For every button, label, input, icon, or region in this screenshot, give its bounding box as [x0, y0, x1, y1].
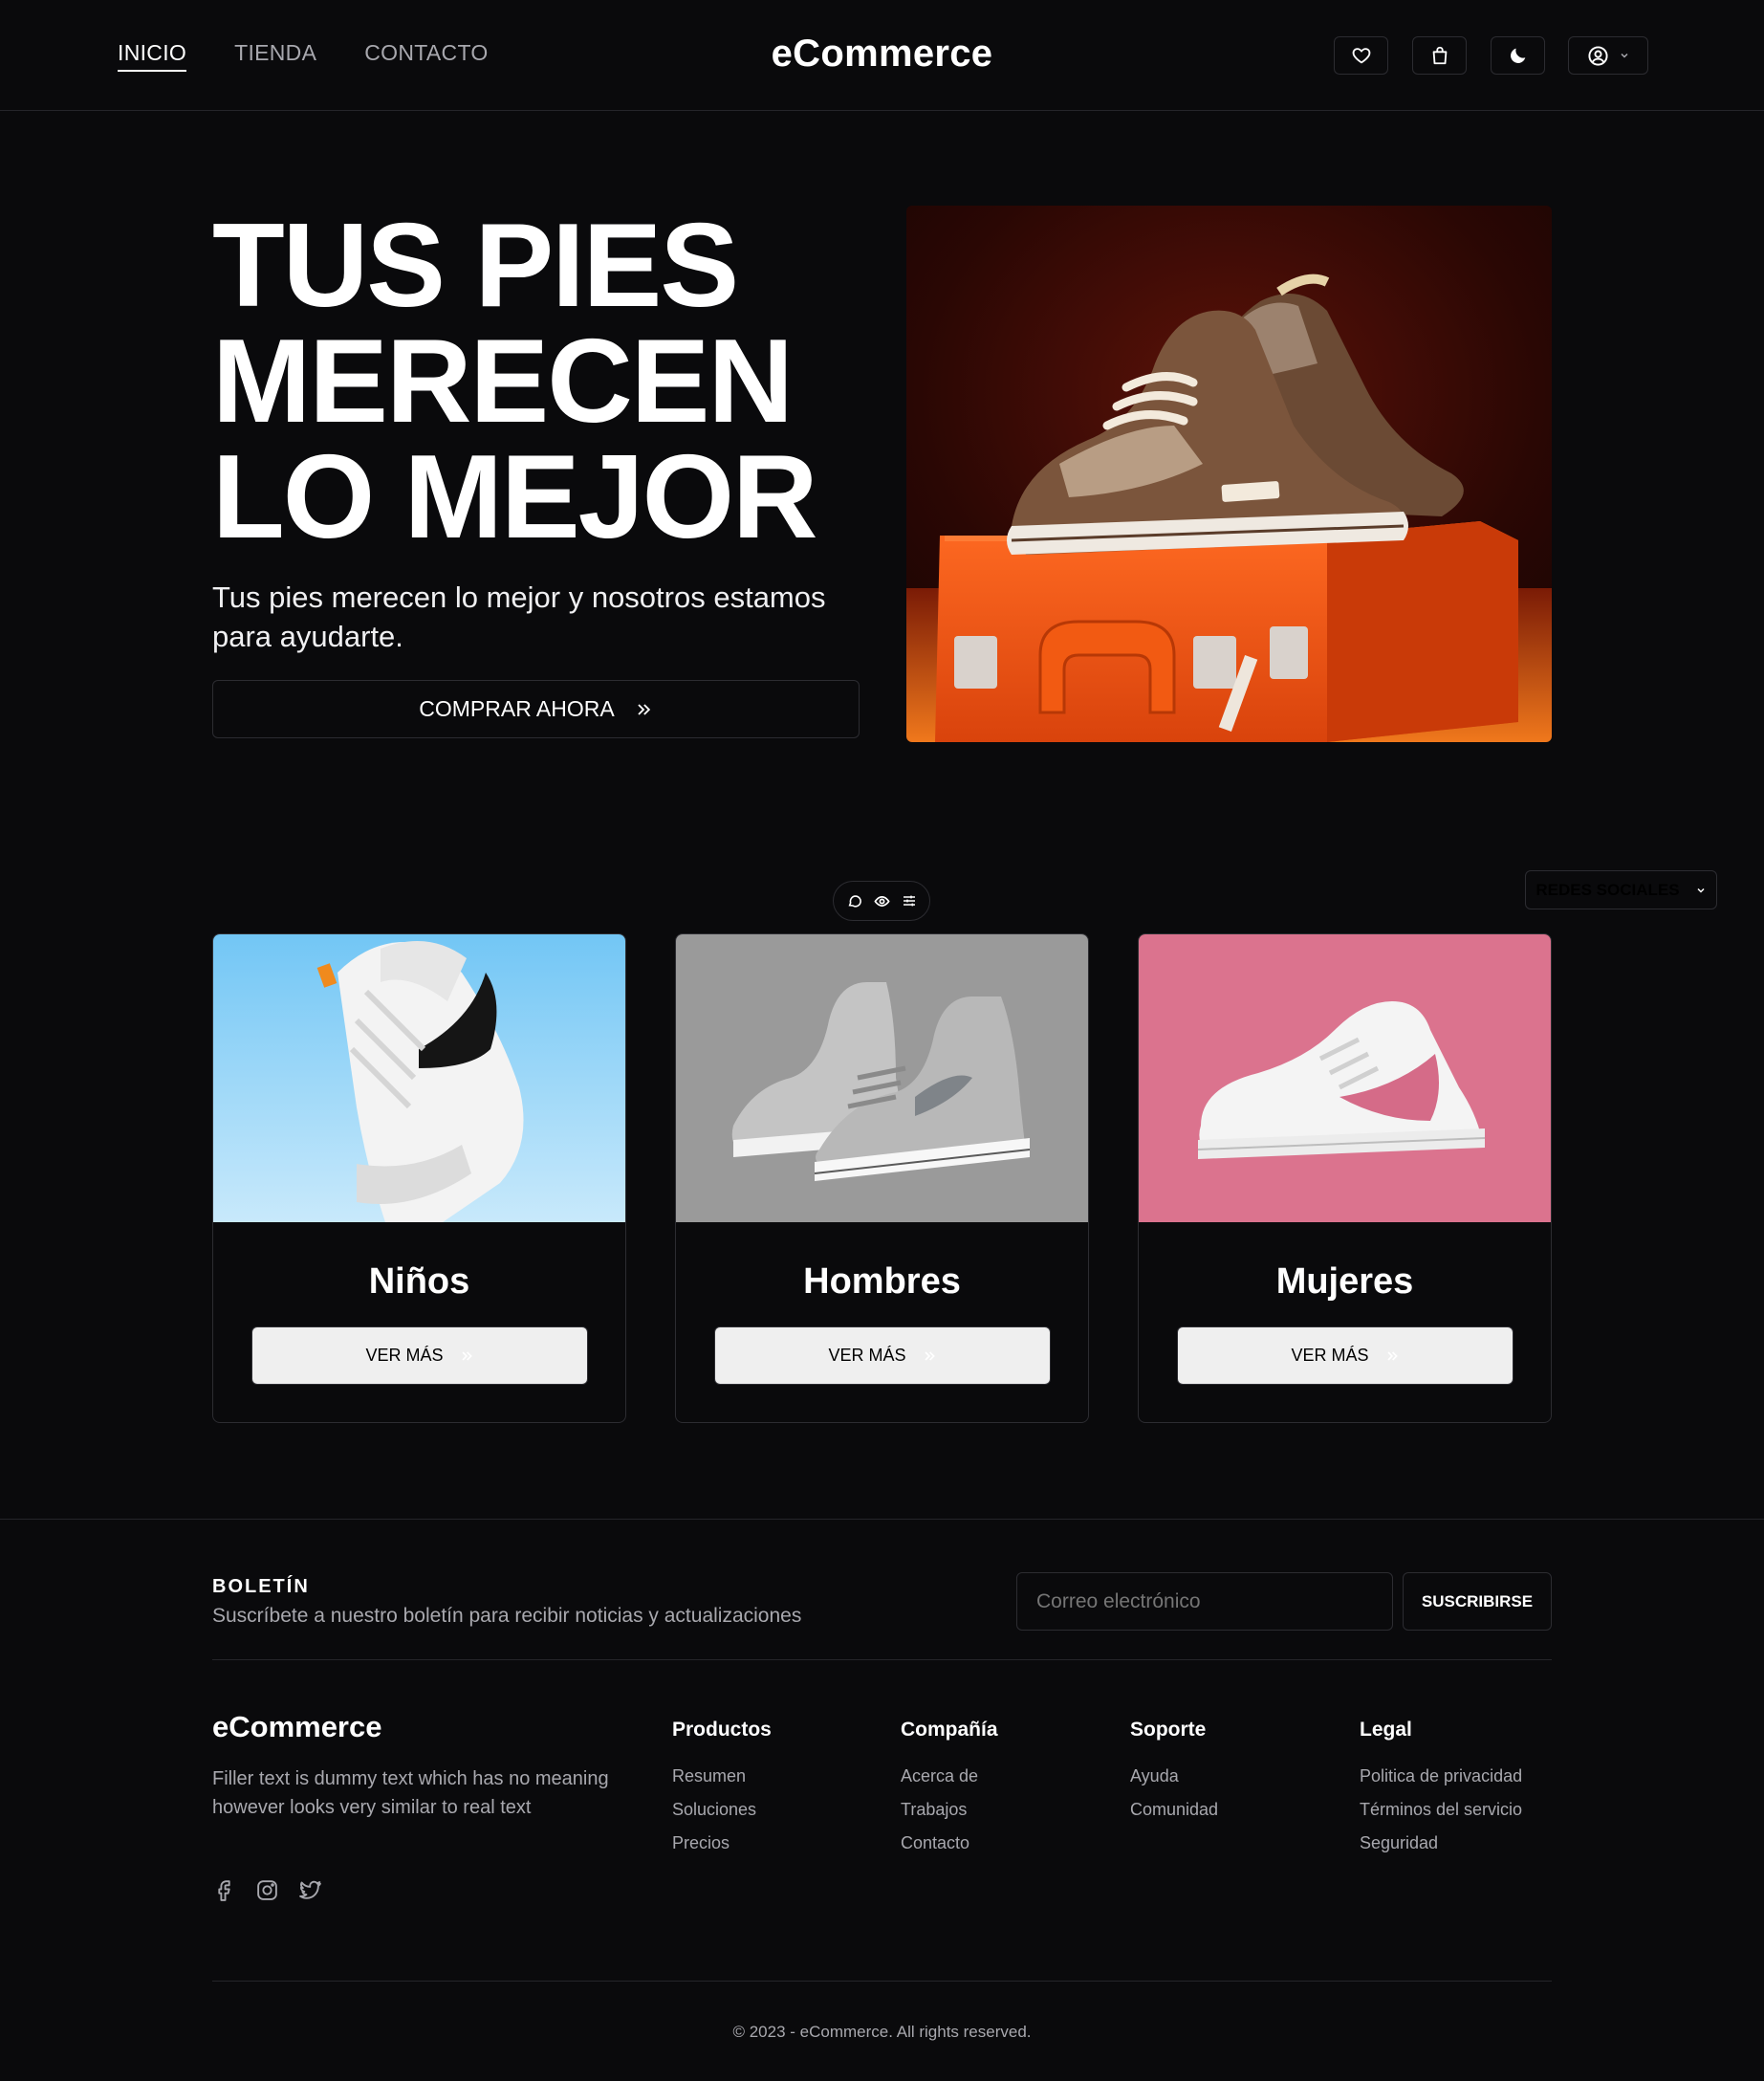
footer-link[interactable]: Seguridad	[1360, 1833, 1522, 1853]
category-image-ninos	[213, 934, 625, 1222]
footer-column-title: Legal	[1360, 1719, 1412, 1741]
footer-link[interactable]: Resumen	[672, 1766, 772, 1786]
user-circle-icon	[1587, 45, 1609, 67]
facebook-icon[interactable]	[212, 1878, 236, 1902]
shop-now-label: COMPRAR AHORA	[419, 696, 615, 721]
site-header: INICIO TIENDA CONTACTO eCommerce	[0, 0, 1764, 111]
footer-column-title: Soporte	[1130, 1719, 1207, 1741]
category-title: Hombres	[803, 1261, 961, 1302]
footer-column-title: Productos	[672, 1719, 772, 1741]
hero-title-line: MERECEN	[212, 316, 794, 448]
copyright-text: © 2023 - eCommerce. All rights reserved.	[732, 2023, 1032, 2041]
footer-brand[interactable]: eCommerce	[212, 1710, 381, 1744]
wishlist-button[interactable]	[1334, 36, 1388, 75]
hero-subtitle: Tus pies merecen lo mejor y nosotros est…	[212, 580, 826, 653]
theme-toggle-button[interactable]	[1491, 36, 1545, 75]
newsletter-title: BOLETÍN	[212, 1576, 310, 1597]
floating-toolbar	[833, 881, 930, 921]
cart-button[interactable]	[1412, 36, 1467, 75]
chevrons-right-icon	[1384, 1348, 1400, 1364]
footer-column-soporte: Soporte Ayuda Comunidad	[1130, 1719, 1218, 1833]
see-more-label: VER MÁS	[365, 1346, 444, 1365]
shop-now-button[interactable]: COMPRAR AHORA	[212, 680, 860, 738]
footer-social-links	[212, 1878, 322, 1902]
footer-column-compania: Compañía Acerca de Trabajos Contacto	[901, 1719, 998, 1867]
see-more-button-hombres[interactable]: VER MÁS	[714, 1326, 1051, 1385]
footer-link[interactable]: Ayuda	[1130, 1766, 1218, 1786]
category-title: Mujeres	[1275, 1261, 1414, 1302]
see-more-label: VER MÁS	[1291, 1346, 1369, 1365]
chevrons-right-icon	[922, 1348, 937, 1364]
eye-icon[interactable]	[873, 893, 890, 909]
newsletter-email-input[interactable]	[1016, 1572, 1393, 1631]
footer-link[interactable]: Soluciones	[672, 1800, 772, 1820]
see-more-button-ninos[interactable]: VER MÁS	[251, 1326, 588, 1385]
hero-title-line: LO MEJOR	[212, 431, 818, 563]
hero-title-line: TUS PIES	[212, 200, 739, 332]
subscribe-button[interactable]: SUSCRIBIRSE	[1403, 1572, 1552, 1631]
category-image-mujeres	[1139, 934, 1551, 1222]
instagram-icon[interactable]	[255, 1878, 279, 1902]
twitter-icon[interactable]	[298, 1878, 322, 1902]
social-media-dropdown[interactable]: REDES SOCIALES	[1525, 870, 1717, 909]
hero-title: TUS PIES MERECEN LO MEJOR	[212, 200, 882, 563]
chevron-down-icon	[1619, 50, 1630, 61]
chevrons-right-icon	[459, 1348, 474, 1364]
sliders-icon[interactable]	[902, 893, 917, 909]
category-title: Niños	[368, 1261, 470, 1302]
footer-link[interactable]: Trabajos	[901, 1800, 998, 1820]
footer-column-title: Compañía	[901, 1719, 998, 1741]
footer-link[interactable]: Contacto	[901, 1833, 998, 1853]
social-media-label: REDES SOCIALES	[1535, 880, 1680, 899]
shopping-bag-icon	[1429, 45, 1450, 66]
footer-bottom-divider	[212, 1981, 1552, 1982]
see-more-label: VER MÁS	[828, 1346, 906, 1365]
footer-link[interactable]: Comunidad	[1130, 1800, 1218, 1820]
category-card-hombres: Hombres VER MÁS	[675, 933, 1089, 1423]
chat-icon[interactable]	[847, 893, 862, 909]
moon-icon	[1508, 45, 1529, 66]
category-card-ninos: Niños VER MÁS	[212, 933, 626, 1423]
chevron-down-icon	[1695, 885, 1707, 896]
see-more-button-mujeres[interactable]: VER MÁS	[1177, 1326, 1514, 1385]
hero-sneakers-image	[906, 206, 1552, 742]
chevrons-right-icon	[634, 700, 653, 719]
footer-link[interactable]: Términos del servicio	[1360, 1800, 1522, 1820]
section-divider	[0, 1519, 1764, 1520]
footer-link[interactable]: Precios	[672, 1833, 772, 1853]
footer-column-productos: Productos Resumen Soluciones Precios	[672, 1719, 772, 1867]
category-card-mujeres: Mujeres VER MÁS	[1138, 933, 1552, 1423]
footer-column-legal: Legal Politica de privacidad Términos de…	[1360, 1719, 1522, 1867]
category-image-hombres	[676, 934, 1088, 1222]
footer-description: Filler text is dummy text which has no m…	[212, 1768, 609, 1818]
footer-divider	[212, 1659, 1552, 1660]
account-menu-button[interactable]	[1568, 36, 1648, 75]
heart-icon	[1351, 45, 1372, 66]
newsletter-description: Suscríbete a nuestro boletín para recibi…	[212, 1605, 802, 1627]
footer-link[interactable]: Politica de privacidad	[1360, 1766, 1522, 1786]
footer-link[interactable]: Acerca de	[901, 1766, 998, 1786]
